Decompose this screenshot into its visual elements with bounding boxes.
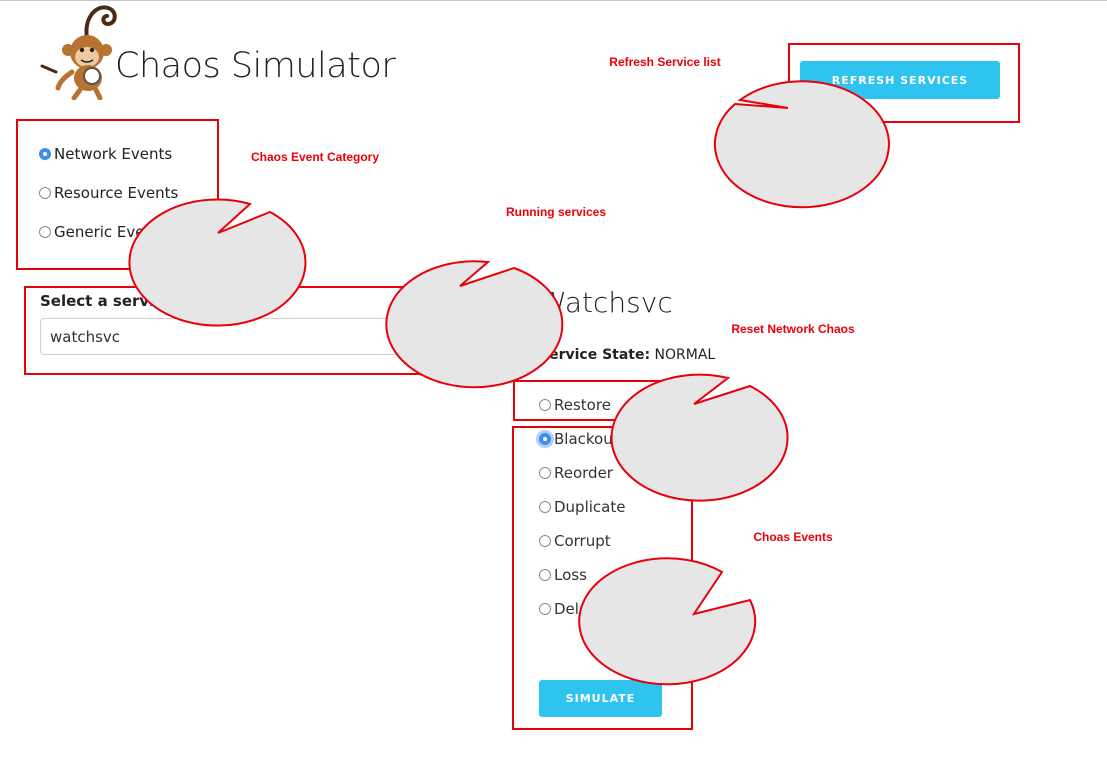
service-state: Service State: NORMAL xyxy=(539,347,715,363)
radio-duplicate[interactable] xyxy=(539,501,551,513)
event-label: Duplicate xyxy=(554,498,626,516)
event-label: Loss xyxy=(554,566,587,584)
event-reorder[interactable]: Reorder xyxy=(539,464,613,482)
service-name-heading: Watchsvc xyxy=(539,286,673,319)
event-corrupt[interactable]: Corrupt xyxy=(539,532,611,550)
category-resource-events[interactable]: Resource Events xyxy=(39,184,178,202)
radio-delay[interactable] xyxy=(539,603,551,615)
category-network-events[interactable]: Network Events xyxy=(39,145,172,163)
radio-loss[interactable] xyxy=(539,569,551,581)
radio-reorder[interactable] xyxy=(539,467,551,479)
annotation-running: Running services xyxy=(505,205,607,219)
service-select[interactable]: watchsvc xyxy=(40,318,420,355)
event-label: Restore xyxy=(554,396,611,414)
select-service-label: Select a service xyxy=(40,292,174,310)
event-duplicate[interactable]: Duplicate xyxy=(539,498,625,516)
app-title: Chaos Simulator xyxy=(115,46,396,86)
category-generic-events[interactable]: Generic Events xyxy=(39,223,168,241)
event-loss[interactable]: Loss xyxy=(539,566,587,584)
radio-resource-events[interactable] xyxy=(39,187,51,199)
event-label: Delay xyxy=(554,600,598,618)
top-border xyxy=(0,0,1107,1)
service-state-label: Service State: xyxy=(539,347,651,363)
event-label: Blackout xyxy=(554,430,619,448)
annotation-reset: Reset Network Chaos xyxy=(731,322,855,336)
event-restore[interactable]: Restore xyxy=(539,396,611,414)
simulate-button[interactable]: SIMULATE xyxy=(539,680,662,717)
select-arrows-icon xyxy=(406,329,414,345)
service-select-value: watchsvc xyxy=(50,328,121,346)
event-blackout[interactable]: Blackout xyxy=(539,430,619,448)
event-delay[interactable]: Delay xyxy=(539,600,597,618)
category-label: Network Events xyxy=(54,145,173,163)
annotation-refresh: Refresh Service list xyxy=(609,55,721,69)
annotation-events: Choas Events xyxy=(753,530,833,544)
radio-blackout[interactable] xyxy=(539,433,551,445)
annotation-category: Chaos Event Category xyxy=(250,150,380,164)
radio-restore[interactable] xyxy=(539,399,551,411)
radio-generic-events[interactable] xyxy=(39,226,51,238)
category-label: Generic Events xyxy=(54,223,168,241)
monkey-logo-icon xyxy=(36,2,122,101)
refresh-services-button[interactable]: REFRESH SERVICES xyxy=(800,61,1000,99)
radio-network-events[interactable] xyxy=(39,148,51,160)
service-state-value: NORMAL xyxy=(654,347,716,363)
event-label: Reorder xyxy=(554,464,613,482)
category-label: Resource Events xyxy=(54,184,179,202)
event-label: Corrupt xyxy=(554,532,611,550)
radio-corrupt[interactable] xyxy=(539,535,551,547)
